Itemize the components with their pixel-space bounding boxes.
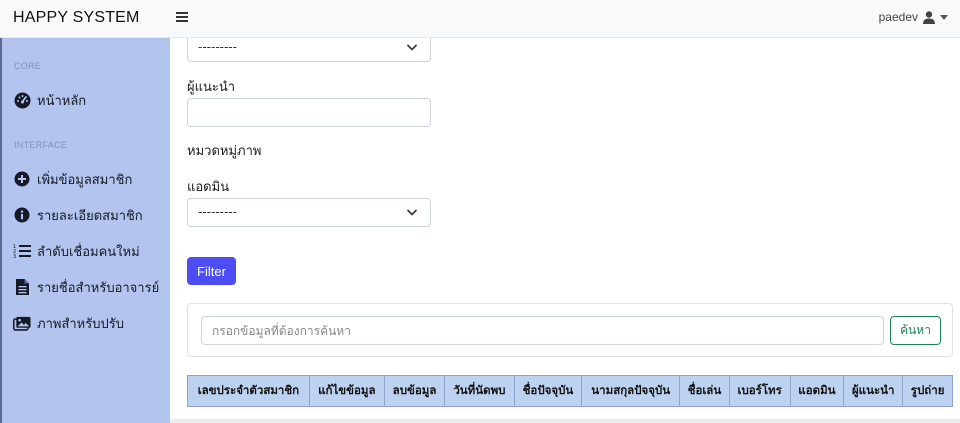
select-value: --------- — [198, 40, 237, 54]
sidebar-item-new-links[interactable]: 123 ลำดับเชื่อมคนใหม่ — [13, 240, 140, 262]
sidebar-item-label: หน้าหลัก — [37, 93, 87, 109]
column-header[interactable]: ชื่อปัจจุบัน — [513, 375, 583, 407]
user-menu[interactable]: paedev — [879, 10, 948, 24]
sidebar-item-label: ลำดับเชื่อมคนใหม่ — [37, 244, 140, 260]
column-header[interactable]: นามสกุลปัจจุบัน — [581, 375, 681, 407]
filter-button[interactable]: Filter — [187, 257, 236, 285]
chevron-down-icon — [406, 209, 418, 216]
info-circle-icon — [13, 206, 31, 224]
column-header[interactable]: เบอร์โทร — [728, 375, 791, 407]
images-icon — [13, 314, 31, 332]
sidebar-item-label: รายชื่อสำหรับอาจารย์ — [37, 280, 160, 296]
list-ordered-icon: 123 — [13, 242, 31, 260]
sidebar-item-teacher-list[interactable]: รายชื่อสำหรับอาจารย์ — [13, 276, 159, 298]
svg-text:3: 3 — [13, 254, 16, 259]
members-table: เลขประจำตัวสมาชิก แก้ไขข้อมูล ลบข้อมูล ว… — [187, 375, 953, 407]
search-card: ค้นหา — [187, 303, 953, 357]
column-header[interactable]: ชื่อเล่น — [679, 375, 730, 407]
sidebar-item-add-member[interactable]: เพิ่มข้อมูลสมาชิก — [13, 168, 132, 190]
brand-logo[interactable]: HAPPY SYSTEM — [13, 9, 140, 27]
referrer-input[interactable] — [187, 98, 431, 127]
column-header[interactable]: แอดมิน — [789, 375, 845, 407]
search-input[interactable] — [201, 316, 884, 345]
user-icon — [923, 10, 935, 24]
username: paedev — [878, 10, 918, 24]
column-header[interactable]: วันที่นัดพบ — [444, 375, 515, 407]
sidebar-item-home[interactable]: หน้าหลัก — [13, 89, 86, 111]
top-navbar: HAPPY SYSTEM paedev — [0, 0, 960, 38]
sidebar-item-images[interactable]: ภาพสำหรับปรับ — [13, 312, 124, 334]
sidebar: CORE หน้าหลัก INTERFACE เพิ่มข้อมูลสมาชิ… — [0, 38, 170, 423]
search-button[interactable]: ค้นหา — [890, 316, 941, 345]
admin-label: แอดมิน — [187, 180, 230, 195]
chevron-down-icon — [940, 14, 948, 20]
menu-toggle-icon[interactable] — [176, 10, 188, 26]
table-header-row: เลขประจำตัวสมาชิก แก้ไขข้อมูล ลบข้อมูล ว… — [187, 375, 953, 407]
select-value: --------- — [198, 205, 237, 219]
main-content: --------- ผู้แนะนำ หมวดหมู่ภาพ แอดมิน --… — [170, 38, 960, 423]
sidebar-item-label: เพิ่มข้อมูลสมาชิก — [37, 172, 133, 188]
sidebar-heading-core: CORE — [14, 61, 42, 71]
column-header[interactable]: เลขประจำตัวสมาชิก — [187, 375, 310, 407]
column-header[interactable]: ลบข้อมูล — [383, 375, 446, 407]
sidebar-item-label: ภาพสำหรับปรับ — [37, 316, 124, 332]
admin-select[interactable]: --------- — [187, 198, 431, 227]
column-header[interactable]: รูปถ่าย — [902, 375, 953, 407]
dashboard-icon — [13, 91, 31, 109]
sidebar-item-member-details[interactable]: รายละเอียดสมาชิก — [13, 204, 143, 226]
file-text-icon — [13, 278, 31, 296]
column-header[interactable]: แก้ไขข้อมูล — [308, 375, 385, 407]
horizontal-scrollbar[interactable] — [170, 419, 960, 423]
category-select[interactable]: --------- — [187, 38, 431, 62]
referrer-label: ผู้แนะนำ — [187, 80, 236, 95]
plus-circle-icon — [13, 170, 31, 188]
chevron-down-icon — [406, 44, 418, 51]
sidebar-item-label: รายละเอียดสมาชิก — [37, 208, 143, 224]
image-category-label: หมวดหมู่ภาพ — [187, 144, 262, 159]
column-header[interactable]: ผู้แนะนำ — [843, 375, 904, 407]
sidebar-heading-interface: INTERFACE — [14, 140, 68, 150]
